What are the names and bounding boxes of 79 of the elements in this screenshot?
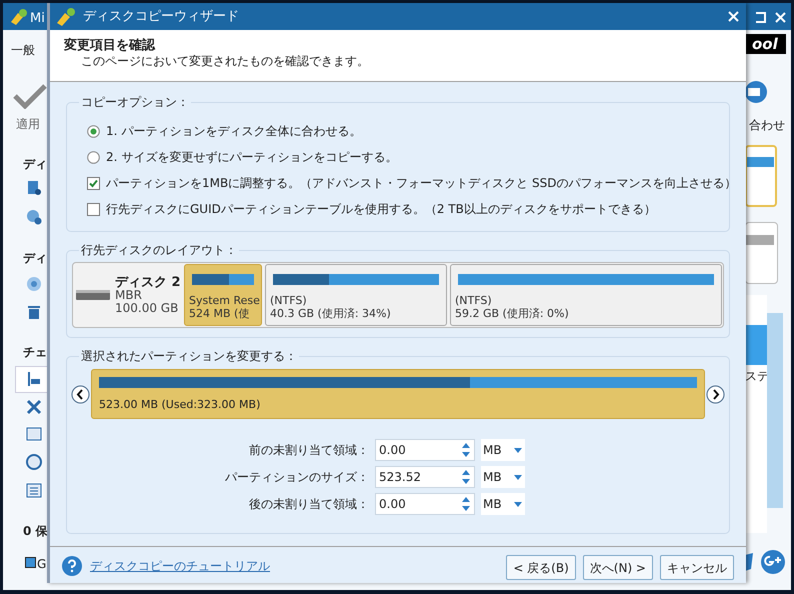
partition-block[interactable]: (NTFS) 59.2 GB (使用済: 0%) <box>450 264 722 326</box>
disk-icon[interactable] <box>26 180 42 196</box>
spinner-icon[interactable] <box>459 441 473 459</box>
partition-info: (NTFS) <box>455 294 492 307</box>
dialog-button[interactable]: キャンセル <box>660 555 734 580</box>
close-icon[interactable] <box>728 11 739 22</box>
trash-icon[interactable] <box>26 304 42 320</box>
partition-block[interactable]: System Rese 524 MB (使 <box>184 264 262 326</box>
number-field[interactable]: 0.00 <box>375 439 475 461</box>
partition-info: 59.2 GB (使用済: 0%) <box>455 307 569 320</box>
scrollbar[interactable] <box>767 313 783 508</box>
field-label: 前の未割り当て領域： <box>249 442 369 459</box>
brand-logo: ool <box>745 34 786 54</box>
unit-dropdown[interactable]: MB <box>481 466 525 488</box>
list-icon[interactable] <box>26 483 42 498</box>
page-subheading: このページにおいて変更されたものを確認できます。 <box>80 54 370 69</box>
radio-button[interactable] <box>87 124 100 138</box>
partition-size-label: 523.00 MB (Used:323.00 MB) <box>99 397 262 413</box>
selected-list-row[interactable] <box>745 325 767 365</box>
google-plus-icon[interactable] <box>761 550 785 574</box>
scroll-left-icon[interactable] <box>71 384 90 404</box>
checkbox[interactable] <box>87 202 100 216</box>
disk-type: MBR <box>115 288 143 302</box>
number-field[interactable]: 523.52 <box>375 466 475 488</box>
maximize-icon[interactable] <box>755 12 766 23</box>
partition-info: 40.3 GB (使用済: 34%) <box>270 307 391 320</box>
hard-drive-icon <box>76 288 110 302</box>
list-item[interactable]: ステ <box>745 367 769 385</box>
radio-button[interactable] <box>87 150 100 164</box>
option-label[interactable]: 1. パーティションをディスク全体に合わせる。 <box>106 122 362 140</box>
legend-swatch <box>25 557 36 568</box>
partition-info: 524 MB (使 <box>189 307 250 320</box>
apply-label: 適用 <box>16 116 40 133</box>
spinner-icon[interactable] <box>459 468 473 486</box>
partition-info: System Rese <box>189 294 260 307</box>
spinner-icon[interactable] <box>459 495 473 513</box>
close-icon[interactable] <box>775 12 786 23</box>
disk-size: 100.00 GB <box>115 302 180 314</box>
option-label[interactable]: 2. サイズを変更せずにパーティションをコピーする。 <box>106 148 398 166</box>
page-heading: 変更項目を確認 <box>64 38 156 54</box>
mail-icon[interactable] <box>746 80 768 104</box>
selected-partition-block[interactable]: 523.00 MB (Used:323.00 MB) <box>91 369 705 419</box>
app-title: Mi <box>30 10 45 28</box>
partition-block[interactable]: (NTFS) 40.3 GB (使用済: 34%) <box>265 264 447 326</box>
disk-card[interactable] <box>745 145 777 207</box>
disk-name: ディスク 2 <box>115 276 181 288</box>
option-label[interactable]: 行先ディスクにGUIDパーティションテーブルを使用する。（2 TB以上のディスクをサポートできる） <box>106 200 656 218</box>
caret-icon <box>514 502 522 506</box>
section-heading: ディ <box>23 156 47 173</box>
check-icon[interactable] <box>13 83 47 109</box>
app-logo-icon <box>9 8 29 26</box>
window-icon[interactable] <box>26 427 42 441</box>
legend-label: G <box>37 556 46 573</box>
partition-info: (NTFS) <box>270 294 307 307</box>
wizard-icon <box>55 6 77 26</box>
option-label[interactable]: パーティションを1MBに調整する。（アドバンスト・フォーマットディスクと SSDのパフォーマンスを向上させる） <box>106 174 737 192</box>
contact-label: 合わせ <box>749 117 785 134</box>
section-heading: ディ <box>23 250 47 267</box>
dialog-button[interactable]: 次へ(N) > <box>582 555 653 580</box>
dialog-title: ディスクコピーウィザード <box>83 8 240 26</box>
group-legend: 行先ディスクのレイアウト： <box>79 241 239 259</box>
group-legend: 選択されたパーティションを変更する： <box>79 347 299 365</box>
menu-tab[interactable]: 一般 <box>11 41 35 59</box>
field-label: 後の未割り当て領域： <box>249 496 369 513</box>
disk-card[interactable] <box>745 222 778 284</box>
checkbox[interactable] <box>87 176 100 190</box>
align-icon[interactable] <box>27 371 41 387</box>
tutorial-link[interactable]: ディスクコピーのチュートリアル <box>90 556 270 574</box>
help-icon[interactable] <box>62 556 82 576</box>
number-field[interactable]: 0.00 <box>375 493 475 515</box>
field-label: パーティションのサイズ： <box>225 469 369 486</box>
pending-count: 0 保 <box>23 523 48 540</box>
section-heading: チェ <box>23 344 47 361</box>
dialog-button[interactable]: < 戻る(B) <box>506 555 576 580</box>
unit-dropdown[interactable]: MB <box>481 439 525 461</box>
caret-icon <box>514 448 522 452</box>
scroll-right-icon[interactable] <box>706 384 725 404</box>
caret-icon <box>514 474 522 480</box>
unit-dropdown[interactable]: MB <box>481 493 525 515</box>
